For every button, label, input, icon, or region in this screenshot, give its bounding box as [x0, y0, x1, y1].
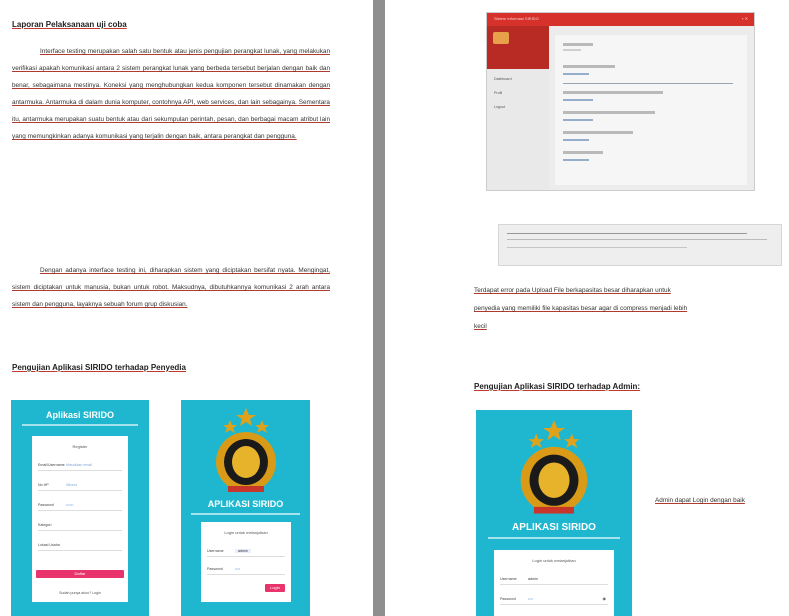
login-link[interactable]: Sudah punya akun? Login — [32, 591, 128, 595]
police-emblem-icon — [216, 408, 276, 492]
para2-line: sistem dan pengguna, layaknya sebuah for… — [12, 301, 188, 308]
login-button[interactable]: Login — [265, 584, 285, 592]
para1-line: dunia komputer, contohnya API, web servi… — [104, 99, 297, 106]
error-message-screenshot — [498, 224, 782, 266]
subtitle-line — [22, 424, 138, 426]
para1-line: sistem perangkat lunak yang berbeda ters… — [122, 65, 330, 72]
app-title: APLIKASI SIRIDO — [512, 522, 596, 533]
error-caption-line: penyedia yang memiliki file kapasitas be… — [474, 305, 688, 312]
app-title: Aplikasi SIRIDO — [45, 410, 115, 420]
register-card: Register Email/Username Masukkan email N… — [32, 436, 128, 602]
sidebar-item-dashboard[interactable]: Dashboard — [494, 77, 512, 81]
paragraph-interface-benefit: Dengan adanya interface testing ini, dih… — [12, 262, 330, 313]
subtitle-line — [488, 537, 620, 539]
error-caption-line: Terdapat error pada Upload File berkapas… — [474, 287, 671, 294]
page-divider — [373, 0, 385, 616]
password-field[interactable]: Password •••• — [207, 564, 285, 575]
username-field[interactable]: Username admin — [207, 546, 285, 557]
sidebar-item-logout[interactable]: Logout — [494, 105, 505, 109]
section-heading-admin: Pengujian Aplikasi SIRIDO terhadap Admin… — [474, 382, 641, 391]
show-password-icon[interactable]: ◉ — [603, 596, 607, 601]
admin-login-card: Login untuk melanjutkan Username admin P… — [494, 550, 614, 616]
para2-line: bukan untuk robot. Maksudnya, dibutuhkan… — [113, 284, 330, 291]
password-field[interactable]: Password •••••• — [38, 500, 122, 511]
desktop-upload-screenshot: Sistem Informasi SIRIDO ▪ ✕ Dashboard Pr… — [486, 12, 755, 191]
main-content — [555, 35, 747, 185]
card-heading: Login untuk melanjutkan — [224, 530, 268, 535]
admin-note: Admin dapat Login dengan baik — [655, 497, 745, 504]
error-caption-line: kecil — [474, 323, 487, 330]
phone-field[interactable]: No HP 08xxxx — [38, 480, 122, 491]
password-field[interactable]: Password •••• ◉ — [500, 594, 608, 605]
para1-line: Interface testing merupakan salah satu b… — [40, 48, 232, 55]
section-heading-penyedia: Pengujian Aplikasi SIRIDO terhadap Penye… — [12, 363, 186, 372]
window-title: Sistem Informasi SIRIDO — [494, 16, 539, 21]
para2-line: Dengan adanya interface testing ini, dih… — [40, 267, 220, 274]
police-emblem-icon — [520, 420, 588, 514]
email-field[interactable]: Email/Username Masukkan email — [38, 460, 122, 471]
sidebar: Dashboard Profil Logout — [487, 69, 549, 190]
subtitle-line — [191, 513, 300, 515]
sidebar-header — [487, 26, 549, 69]
user-avatar — [493, 32, 509, 44]
card-heading: Login untuk melanjutkan — [532, 558, 576, 563]
para1-line: benar, sebagaimana mestinya. Koneksi yan… — [12, 82, 214, 89]
app-title: APLIKASI SIRIDO — [207, 499, 284, 509]
login-screenshot: APLIKASI SIRIDO Login untuk melanjutkan … — [181, 400, 310, 616]
username-field[interactable]: Username admin — [500, 574, 608, 585]
para1-line: pengguna. — [266, 133, 297, 140]
para1-line: adanya komunikasi yang terjalin dengan b… — [72, 133, 265, 140]
login-card: Login untuk melanjutkan Username admin P… — [201, 522, 291, 602]
report-heading: Laporan Pelaksanaan uji coba — [12, 20, 127, 29]
sidebar-item-profile[interactable]: Profil — [494, 91, 502, 95]
app-topbar: Sistem Informasi SIRIDO ▪ ✕ — [487, 13, 754, 26]
window-controls-icon[interactable]: ▪ ✕ — [742, 16, 748, 21]
admin-login-screenshot: APLIKASI SIRIDO Login untuk melanjutkan … — [476, 410, 632, 616]
location-field[interactable]: Lokasi Usaha — [38, 540, 122, 551]
register-button[interactable]: Daftar — [36, 570, 124, 578]
register-screenshot: Aplikasi SIRIDO Register Email/Username … — [11, 400, 149, 616]
category-field[interactable]: Kategori — [38, 520, 122, 531]
right-document-page: Sistem Informasi SIRIDO ▪ ✕ Dashboard Pr… — [386, 0, 789, 616]
left-document-page: Laporan Pelaksanaan uji coba Interface t… — [0, 0, 372, 616]
paragraph-interface-testing: Interface testing merupakan salah satu b… — [12, 43, 330, 145]
card-heading: Register — [72, 444, 88, 449]
